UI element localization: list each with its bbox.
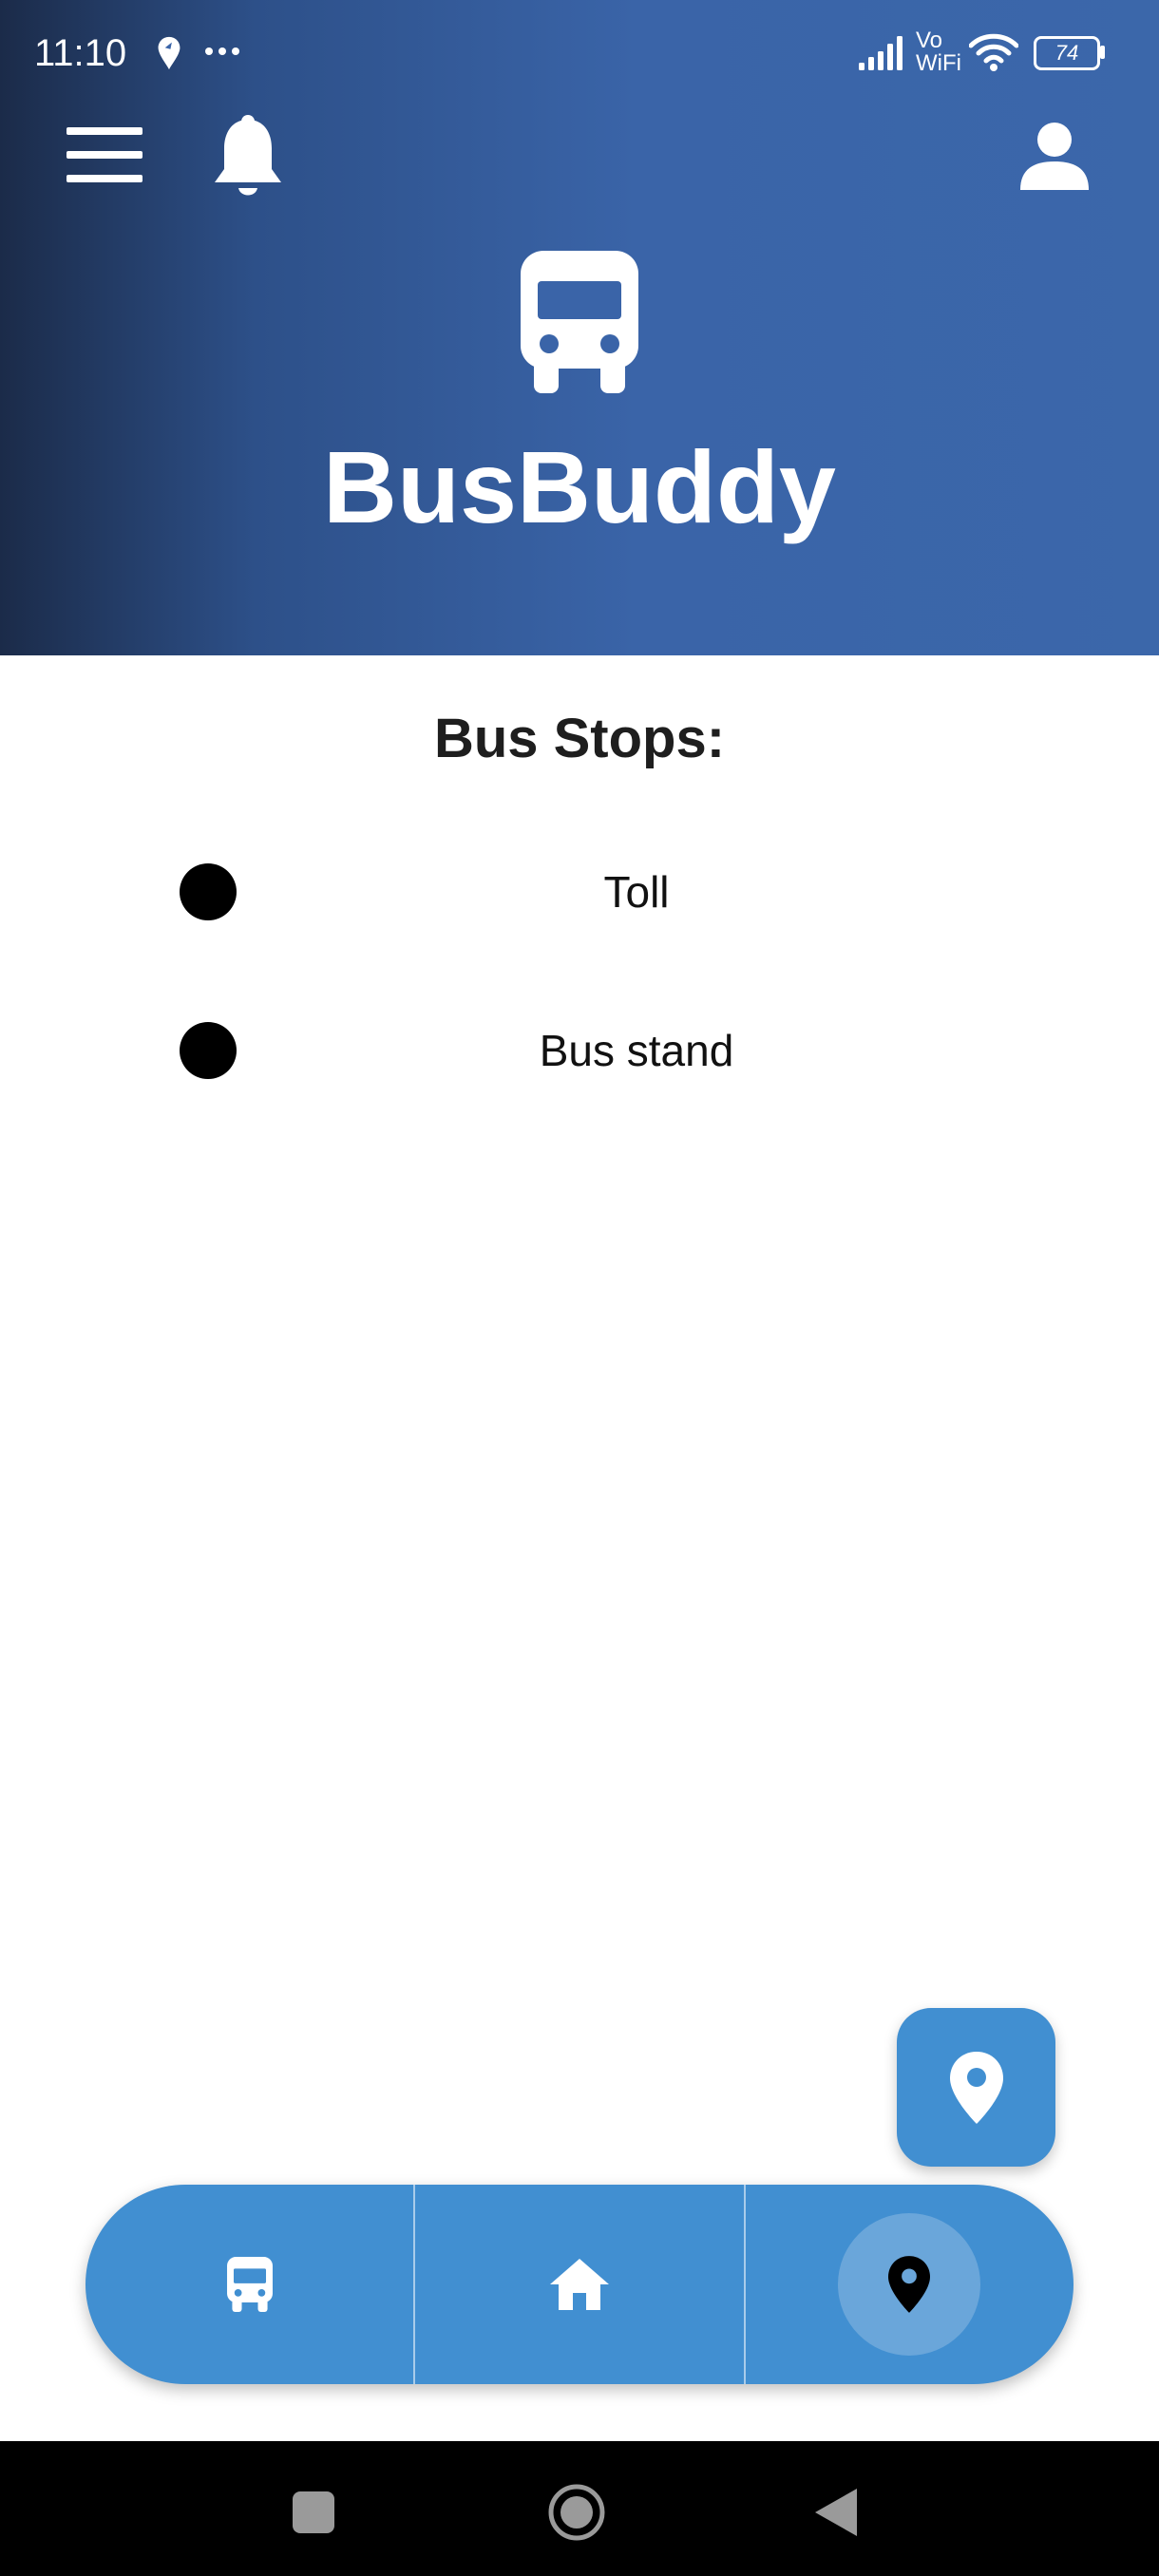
bus-icon (521, 251, 638, 393)
home-icon (549, 2259, 609, 2310)
recents-button[interactable] (293, 2491, 334, 2533)
battery-percent: 74 (1054, 41, 1079, 65)
back-button[interactable] (815, 2489, 857, 2536)
battery-icon: 74 (1034, 36, 1105, 70)
wifi-icon (969, 33, 1018, 71)
location-fab-button[interactable] (897, 2008, 1055, 2167)
more-notifications-icon (205, 47, 239, 55)
status-time: 11:10 (34, 32, 127, 74)
user-icon[interactable] (1020, 122, 1089, 190)
app-header: 11:10 Vo WiFi 74 BusBuddy (0, 0, 1159, 655)
stop-bullet (180, 863, 237, 920)
location-pin-icon (949, 2051, 1003, 2124)
active-tab-indicator (838, 2213, 981, 2356)
bus-stops-heading: Bus Stops: (433, 708, 726, 769)
bus-stop-item[interactable]: Toll (0, 840, 1159, 944)
app-title: BusBuddy (323, 429, 836, 544)
bell-icon[interactable] (213, 114, 283, 199)
notification-app-icon (158, 36, 180, 70)
location-pin-icon (888, 2256, 931, 2313)
nav-tab-bus[interactable] (86, 2185, 413, 2384)
stop-label: Bus stand (539, 1026, 734, 1075)
bus-stop-item[interactable]: Bus stand (0, 998, 1159, 1103)
nav-tab-home[interactable] (415, 2185, 743, 2384)
stop-bullet (180, 1022, 237, 1079)
system-navigation-bar (0, 2441, 1159, 2576)
bottom-navigation (86, 2185, 1074, 2384)
cellular-signal-icon (859, 36, 902, 70)
menu-icon[interactable] (66, 127, 142, 182)
vowifi-label-bottom: WiFi (916, 50, 961, 76)
bus-icon (226, 2257, 273, 2312)
stop-label: Toll (603, 867, 670, 917)
home-button[interactable] (547, 2483, 606, 2542)
nav-tab-location[interactable] (746, 2185, 1074, 2384)
